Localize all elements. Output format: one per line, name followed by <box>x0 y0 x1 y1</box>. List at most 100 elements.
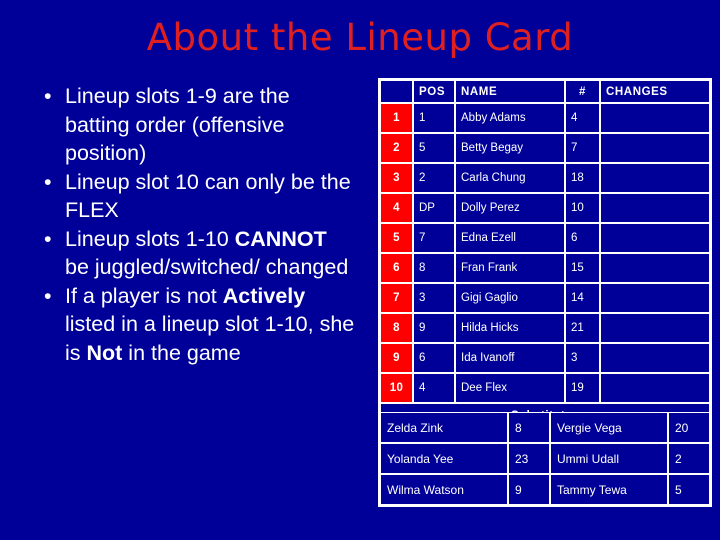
slide-root: About the Lineup Card • Lineup slots 1-9 … <box>0 0 720 540</box>
substitutes-table: Zelda Zink 8 Vergie Vega 20 Yolanda Yee 23 Umm… <box>378 412 712 507</box>
lineup-slot-number: 7 <box>380 283 413 313</box>
lineup-changes <box>600 313 710 343</box>
column-header-name: NAME <box>455 80 565 103</box>
lineup-jersey-number: 15 <box>565 253 600 283</box>
column-header-changes: CHANGES <box>600 80 710 103</box>
lineup-jersey-number: 21 <box>565 313 600 343</box>
table-row: 10 4 Dee Flex 19 <box>380 373 710 403</box>
lineup-jersey-number: 19 <box>565 373 600 403</box>
list-item: Wilma Watson 9 Tammy Tewa 5 <box>380 474 710 505</box>
lineup-player-name: Edna Ezell <box>455 223 565 253</box>
lineup-position: 8 <box>413 253 455 283</box>
lineup-position: 4 <box>413 373 455 403</box>
bullet-text: Lineup slots 1-10 CANNOT be juggled/swit… <box>65 226 349 280</box>
lineup-slot-number: 2 <box>380 133 413 163</box>
substitute-name: Wilma Watson <box>380 474 508 505</box>
lineup-position: 1 <box>413 103 455 133</box>
lineup-position: 5 <box>413 133 455 163</box>
bullet-dot-icon: • <box>44 226 52 251</box>
substitute-number: 5 <box>668 474 710 505</box>
column-header-pos: POS <box>413 80 455 103</box>
bullet-item: • If a player is not Actively listed in a… <box>36 282 356 368</box>
table-row: 1 1 Abby Adams 4 <box>380 103 710 133</box>
substitute-name: Ummi Udall <box>550 443 668 474</box>
lineup-position: 6 <box>413 343 455 373</box>
lineup-changes <box>600 133 710 163</box>
substitute-name: Zelda Zink <box>380 412 508 443</box>
lineup-slot-number: 6 <box>380 253 413 283</box>
lineup-player-name: Gigi Gaglio <box>455 283 565 313</box>
lineup-jersey-number: 3 <box>565 343 600 373</box>
lineup-player-name: Dolly Perez <box>455 193 565 223</box>
lineup-position: 9 <box>413 313 455 343</box>
table-header-row: POS NAME # CHANGES <box>380 80 710 103</box>
bullet-dot-icon: • <box>44 283 52 308</box>
lineup-position: 2 <box>413 163 455 193</box>
substitute-name: Yolanda Yee <box>380 443 508 474</box>
table-row: 2 5 Betty Begay 7 <box>380 133 710 163</box>
substitute-number: 20 <box>668 412 710 443</box>
lineup-jersey-number: 14 <box>565 283 600 313</box>
lineup-changes <box>600 223 710 253</box>
bullet-item: • Lineup slot 10 can only be the FLEX <box>36 168 356 225</box>
lineup-changes <box>600 343 710 373</box>
lineup-player-name: Hilda Hicks <box>455 313 565 343</box>
lineup-slot-number: 8 <box>380 313 413 343</box>
substitute-name: Vergie Vega <box>550 412 668 443</box>
list-item: Yolanda Yee 23 Ummi Udall 2 <box>380 443 710 474</box>
lineup-jersey-number: 10 <box>565 193 600 223</box>
bullet-text: If a player is not Actively listed in a … <box>65 283 355 365</box>
lineup-changes <box>600 373 710 403</box>
lineup-slot-number: 4 <box>380 193 413 223</box>
lineup-table: POS NAME # CHANGES 1 1 Abby Adams 4 2 5 Betty … <box>378 78 712 431</box>
substitute-number: 2 <box>668 443 710 474</box>
table-row: 5 7 Edna Ezell 6 <box>380 223 710 253</box>
bullet-dot-icon: • <box>44 84 52 108</box>
bullet-list: • Lineup slots 1-9 are the batting order … <box>36 82 356 367</box>
lineup-changes <box>600 163 710 193</box>
lineup-table-body: 1 1 Abby Adams 4 2 5 Betty Begay 7 3 2 Carla Chung… <box>380 103 710 403</box>
lineup-slot-number: 10 <box>380 373 413 403</box>
lineup-player-name: Fran Frank <box>455 253 565 283</box>
bullet-text: Lineup slots 1-9 are the batting order (… <box>65 84 290 165</box>
lineup-changes <box>600 103 710 133</box>
table-row: 7 3 Gigi Gaglio 14 <box>380 283 710 313</box>
lineup-position: DP <box>413 193 455 223</box>
lineup-player-name: Ida Ivanoff <box>455 343 565 373</box>
lineup-slot-number: 1 <box>380 103 413 133</box>
lineup-slot-number: 9 <box>380 343 413 373</box>
lineup-position: 3 <box>413 283 455 313</box>
table-row: 4 DP Dolly Perez 10 <box>380 193 710 223</box>
bullet-text: Lineup slot 10 can only be the FLEX <box>65 169 351 223</box>
lineup-changes <box>600 253 710 283</box>
lineup-player-name: Dee Flex <box>455 373 565 403</box>
lineup-position: 7 <box>413 223 455 253</box>
lineup-slot-number: 5 <box>380 223 413 253</box>
lineup-changes <box>600 283 710 313</box>
table-row: 9 6 Ida Ivanoff 3 <box>380 343 710 373</box>
lineup-jersey-number: 18 <box>565 163 600 193</box>
substitute-name: Tammy Tewa <box>550 474 668 505</box>
lineup-player-name: Carla Chung <box>455 163 565 193</box>
bullet-item: • Lineup slots 1-10 CANNOT be juggled/swi… <box>36 225 356 282</box>
substitute-number: 23 <box>508 443 550 474</box>
bullet-item: • Lineup slots 1-9 are the batting order … <box>36 82 356 168</box>
lineup-table-head: POS NAME # CHANGES <box>380 80 710 103</box>
lineup-jersey-number: 4 <box>565 103 600 133</box>
lineup-jersey-number: 6 <box>565 223 600 253</box>
lineup-player-name: Betty Begay <box>455 133 565 163</box>
column-header-number: # <box>565 80 600 103</box>
table-row: 8 9 Hilda Hicks 21 <box>380 313 710 343</box>
lineup-slot-number: 3 <box>380 163 413 193</box>
substitute-number: 9 <box>508 474 550 505</box>
bullet-dot-icon: • <box>44 169 52 194</box>
lineup-player-name: Abby Adams <box>455 103 565 133</box>
column-header-slot <box>380 80 413 103</box>
table-row: 6 8 Fran Frank 15 <box>380 253 710 283</box>
lineup-jersey-number: 7 <box>565 133 600 163</box>
list-item: Zelda Zink 8 Vergie Vega 20 <box>380 412 710 443</box>
page-title: About the Lineup Card <box>146 16 574 59</box>
table-row: 3 2 Carla Chung 18 <box>380 163 710 193</box>
substitute-number: 8 <box>508 412 550 443</box>
lineup-changes <box>600 193 710 223</box>
